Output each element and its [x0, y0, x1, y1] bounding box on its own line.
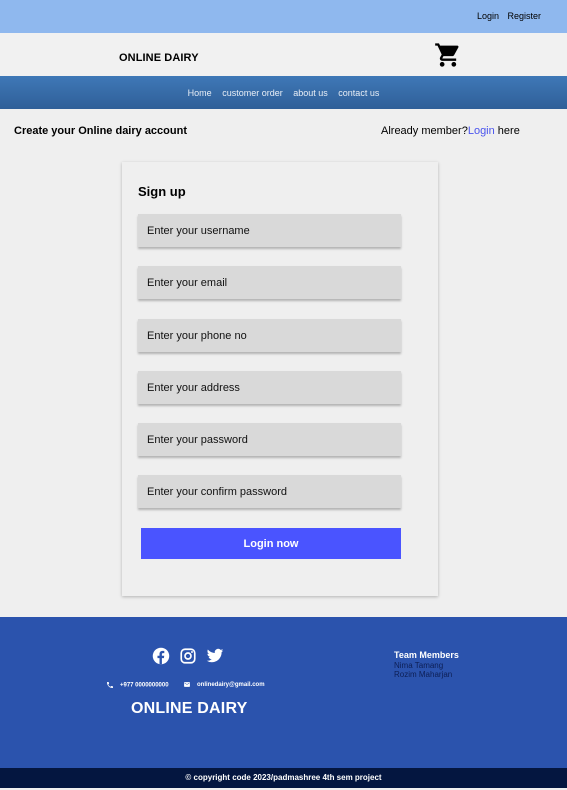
- signup-card: Sign up Login now: [122, 162, 438, 596]
- site-brand[interactable]: ONLINE DAIRY: [119, 52, 199, 64]
- team-members: Team Members Nima Tamang Rozim Maharjan: [394, 650, 459, 679]
- email-address[interactable]: onlinedairy@gmail.com: [197, 682, 265, 688]
- team-member: Rozim Maharjan: [394, 670, 453, 679]
- username-field[interactable]: [138, 214, 401, 247]
- nav-about-us[interactable]: about us: [293, 88, 328, 98]
- copyright-bar: © copyright code 2023/padmashree 4th sem…: [0, 768, 567, 788]
- nav-home[interactable]: Home: [188, 88, 212, 98]
- login-here-link[interactable]: Login: [468, 125, 495, 137]
- twitter-icon[interactable]: [206, 647, 224, 665]
- nav-customer-order[interactable]: customer order: [222, 88, 283, 98]
- confirm-password-field[interactable]: [138, 475, 401, 508]
- phone-contact: +977 0000000000: [106, 681, 169, 689]
- already-suffix: here: [494, 125, 520, 137]
- email-contact: onlinedairy@gmail.com: [183, 681, 265, 688]
- team-title: Team Members: [394, 650, 459, 660]
- auth-links: Login Register: [471, 11, 541, 21]
- top-bar: Login Register: [0, 0, 567, 33]
- mail-icon: [184, 682, 190, 687]
- address-field[interactable]: [138, 371, 401, 404]
- page-title: Create your Online dairy account: [14, 125, 187, 137]
- form-title: Sign up: [138, 184, 186, 199]
- team-member: Nima Tamang: [394, 661, 444, 670]
- register-link[interactable]: Register: [507, 11, 541, 21]
- phone-icon: [107, 682, 113, 688]
- phone-field[interactable]: [138, 319, 401, 352]
- already-prefix: Already member?: [381, 125, 468, 137]
- footer: +977 0000000000 onlinedairy@gmail.com ON…: [0, 617, 567, 768]
- phone-number: +977 0000000000: [120, 682, 169, 689]
- facebook-icon[interactable]: [152, 647, 170, 665]
- password-field[interactable]: [138, 423, 401, 456]
- already-member-text: Already member?Login here: [381, 125, 520, 137]
- login-now-button[interactable]: Login now: [141, 528, 401, 559]
- email-field[interactable]: [138, 266, 401, 299]
- header: ONLINE DAIRY: [0, 33, 567, 76]
- instagram-icon[interactable]: [179, 647, 197, 665]
- footer-brand: ONLINE DAIRY: [131, 700, 248, 717]
- cart-icon[interactable]: [433, 41, 463, 69]
- login-link[interactable]: Login: [477, 11, 499, 21]
- nav-contact-us[interactable]: contact us: [338, 88, 379, 98]
- main-nav: Home customer order about us contact us: [0, 76, 567, 109]
